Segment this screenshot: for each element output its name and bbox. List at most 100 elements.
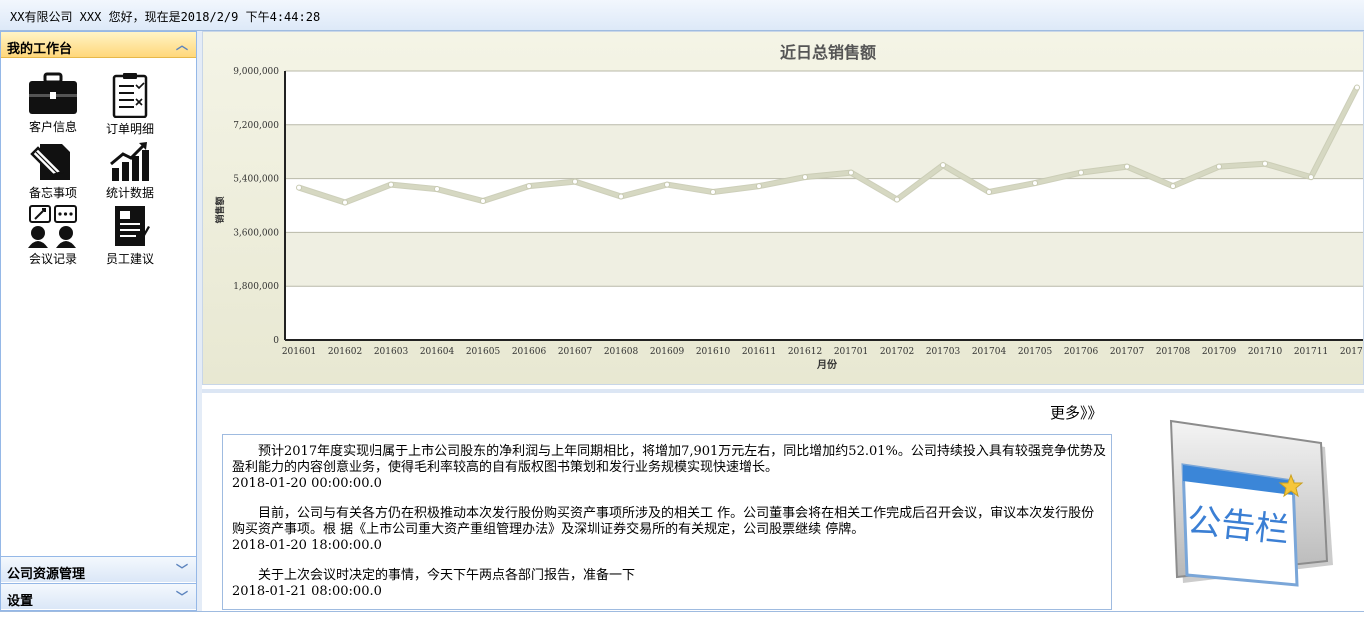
section-label: 设置 xyxy=(7,594,34,609)
grid-band xyxy=(285,178,1363,233)
x-tick-label: 201703 xyxy=(926,347,961,357)
data-point xyxy=(480,198,486,205)
data-point xyxy=(664,181,670,188)
data-point xyxy=(526,183,532,190)
accordion-company-resources[interactable]: 公司资源管理 ﹀ xyxy=(1,556,196,582)
x-tick-label: 201603 xyxy=(374,347,409,357)
x-tick-label: 201612 xyxy=(788,347,822,357)
x-tick-label: 201610 xyxy=(696,347,731,357)
data-point xyxy=(434,186,440,193)
x-tick-label: 201609 xyxy=(650,347,685,357)
sales-chart-panel: 0 1,800,000 3,600,000 5,400,000 7,200,000 9,0… xyxy=(202,31,1364,385)
data-point xyxy=(342,199,348,206)
x-tick-label: 201604 xyxy=(420,347,455,357)
notice-item: 关于上次会议时决定的事情，今天下午两点各部门报告，准备一下 2018-01-21… xyxy=(232,568,1107,600)
notice-text: 预计2017年度实现归属于上市公司股东的净利润与上年同期相比，将增加7,901万… xyxy=(232,444,1106,475)
bar-chart-icon xyxy=(110,142,149,181)
top-bar: XX有限公司 XXX 您好，现在是2018/2/9 下午4:44:28 xyxy=(0,0,1364,31)
x-tick-label: 201601 xyxy=(282,347,316,357)
data-point xyxy=(1354,84,1360,91)
x-tick-label: 201607 xyxy=(558,347,593,357)
data-point xyxy=(710,189,716,196)
notice-date: 2018-01-20 00:00:00.0 xyxy=(232,476,382,491)
x-tick-label: 201712 xyxy=(1340,347,1364,357)
tool-memo[interactable]: 备忘事项 xyxy=(21,140,85,201)
x-tick-label: 201606 xyxy=(512,347,547,357)
x-axis-title: 月份 xyxy=(816,358,838,371)
tool-employee-suggestions[interactable]: 员工建议 xyxy=(98,204,162,267)
x-tick-label: 201705 xyxy=(1018,347,1053,357)
notice-text: 关于上次会议时决定的事情，今天下午两点各部门报告，准备一下 xyxy=(258,568,636,583)
tool-order-details[interactable]: 订单明细 xyxy=(98,72,162,137)
data-point xyxy=(388,181,394,188)
sales-chart: 0 1,800,000 3,600,000 5,400,000 7,200,000 9,0… xyxy=(214,43,1364,371)
data-point xyxy=(940,162,946,169)
data-point xyxy=(1262,160,1268,167)
tool-label: 客户信息 xyxy=(28,120,77,134)
y-tick-label: 7,200,000 xyxy=(233,121,279,131)
expand-down-icon[interactable]: ﹀ xyxy=(176,588,188,605)
tool-label: 会议记录 xyxy=(28,252,77,266)
x-tick-label: 201611 xyxy=(742,347,776,357)
x-tick-label: 201708 xyxy=(1156,347,1191,357)
x-tick-label: 201701 xyxy=(834,347,868,357)
greeting-text: XX有限公司 XXX 您好，现在是2018/2/9 下午4:44:28 xyxy=(10,10,321,24)
sidebar: 我的工作台 ︿ 客户信息 订单明细 备忘事项 统计数据 会议记录 员工建议 公司… xyxy=(0,31,197,611)
section-label: 公司资源管理 xyxy=(7,567,86,582)
grid-band xyxy=(285,71,1363,125)
bulletin-board-icon[interactable]: 公告栏 xyxy=(1165,415,1337,593)
x-tick-label: 201702 xyxy=(880,347,914,357)
expand-down-icon[interactable]: ﹀ xyxy=(176,561,188,578)
notice-date: 2018-01-20 18:00:00.0 xyxy=(232,538,382,553)
notice-text: 目前，公司与有关各方仍在积极推动本次发行股份购买资产事项所涉及的相关工 作。公司… xyxy=(232,506,1095,537)
x-tick-label: 201710 xyxy=(1248,347,1283,357)
tool-label: 订单明细 xyxy=(105,122,154,136)
briefcase-icon xyxy=(29,72,77,114)
tool-label: 统计数据 xyxy=(105,186,154,200)
x-tick-label: 201709 xyxy=(1202,347,1237,357)
data-point xyxy=(296,184,302,191)
data-point xyxy=(618,193,624,200)
tool-statistics[interactable]: 统计数据 xyxy=(98,140,162,201)
accordion-workbench-header[interactable]: 我的工作台 ︿ xyxy=(1,32,196,58)
collapse-up-icon[interactable]: ︿ xyxy=(176,36,188,53)
more-notices-link[interactable]: 更多》》 xyxy=(1050,402,1103,423)
accordion-settings[interactable]: 设置 ﹀ xyxy=(1,583,196,609)
section-divider xyxy=(202,389,1364,393)
x-tick-label: 201602 xyxy=(328,347,362,357)
workbench-title: 我的工作台 xyxy=(7,42,73,57)
data-point xyxy=(802,174,808,181)
grid-band xyxy=(285,286,1363,340)
notice-item: 目前，公司与有关各方仍在积极推动本次发行股份购买资产事项所涉及的相关工 作。公司… xyxy=(232,506,1107,554)
y-tick-label: 9,000,000 xyxy=(233,67,279,77)
x-tick-label: 201706 xyxy=(1064,347,1099,357)
grid-band xyxy=(285,232,1363,287)
data-point xyxy=(1216,163,1222,170)
tool-customer-info[interactable]: 客户信息 xyxy=(21,72,85,135)
data-point xyxy=(848,169,854,176)
suggestion-doc-icon xyxy=(115,206,150,246)
tool-label: 员工建议 xyxy=(105,252,154,266)
x-tick-label: 201707 xyxy=(1110,347,1145,357)
y-tick-label: 5,400,000 xyxy=(233,175,279,185)
bottom-bar xyxy=(0,611,1364,644)
y-tick-label: 1,800,000 xyxy=(233,282,279,292)
x-tick-label: 201704 xyxy=(972,347,1007,357)
data-point xyxy=(986,189,992,196)
tool-meeting-records[interactable]: 会议记录 xyxy=(21,204,85,267)
data-point xyxy=(756,183,762,190)
y-tick-label: 0 xyxy=(273,336,279,346)
data-point xyxy=(1078,169,1084,176)
notice-date: 2018-01-21 08:00:00.0 xyxy=(232,584,382,599)
x-tick-label: 201605 xyxy=(466,347,501,357)
x-tick-label: 201711 xyxy=(1294,347,1328,357)
notice-item: 预计2017年度实现归属于上市公司股东的净利润与上年同期相比，将增加7,901万… xyxy=(232,444,1107,492)
data-point xyxy=(1032,180,1038,187)
data-point xyxy=(1308,174,1314,181)
x-tick-label: 201608 xyxy=(604,347,639,357)
y-tick-label: 3,600,000 xyxy=(233,228,279,238)
meeting-chat-icon xyxy=(28,205,77,248)
data-point xyxy=(1124,163,1130,170)
data-point xyxy=(894,196,900,203)
memo-pencil-icon xyxy=(30,144,70,180)
